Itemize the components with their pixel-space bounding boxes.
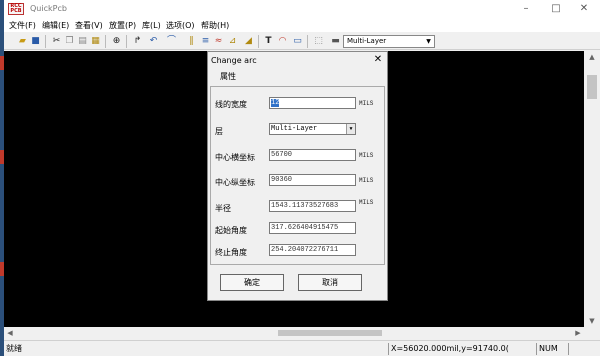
dialog-close-icon[interactable]: ✕ bbox=[372, 54, 384, 66]
end-angle-label: 终止角度 bbox=[215, 248, 247, 257]
select-region-icon[interactable]: ⬚ bbox=[312, 35, 325, 48]
app-title: QuickPcb bbox=[30, 4, 67, 13]
menu-view[interactable]: 查看(V) bbox=[75, 20, 103, 31]
minimize-button[interactable]: – bbox=[512, 0, 540, 18]
pin-icon[interactable]: ↱ bbox=[131, 35, 144, 48]
menu-bar: 文件(F) 编辑(E) 查看(V) 放置(P) 库(L) 选项(O) 帮助(H) bbox=[4, 18, 600, 32]
center-x-label: 中心横坐标 bbox=[215, 153, 255, 162]
open-folder-icon[interactable]: ▰ bbox=[16, 35, 29, 48]
radius-field[interactable]: 1543.11373527683 bbox=[269, 200, 356, 212]
horizontal-scroll-thumb[interactable] bbox=[278, 330, 382, 336]
width-field[interactable]: 12 bbox=[269, 97, 356, 109]
toolbar-separator bbox=[258, 35, 259, 48]
status-num-lock: NUM bbox=[536, 343, 566, 355]
layer-select[interactable]: Multi-Layer ▼ bbox=[343, 35, 435, 48]
toolbar-separator bbox=[105, 35, 106, 48]
title-bar: RCC PCB QuickPcb – □ ✕ bbox=[4, 0, 600, 18]
width-value: 12 bbox=[271, 99, 280, 107]
close-button[interactable]: ✕ bbox=[570, 0, 598, 18]
menu-help[interactable]: 帮助(H) bbox=[201, 20, 229, 31]
center-y-field[interactable]: 90360 bbox=[269, 174, 356, 186]
width-label: 线的宽度 bbox=[215, 100, 247, 109]
status-coordinates: X=56020.000mil,y=91740.0( bbox=[388, 343, 534, 355]
layer-select-value: Multi-Layer bbox=[347, 37, 387, 45]
ok-button[interactable]: 确定 bbox=[220, 274, 284, 291]
center-y-unit: MILS bbox=[359, 177, 374, 184]
horizontal-scrollbar[interactable]: ◀ ▶ bbox=[4, 327, 584, 339]
toolbar-separator bbox=[45, 35, 46, 48]
menu-file[interactable]: 文件(F) bbox=[9, 20, 36, 31]
change-arc-dialog: Change arc ✕ 属性 线的宽度 12 MILS 层 Multi-Lay… bbox=[207, 51, 388, 301]
fill-icon[interactable]: ◢ bbox=[242, 35, 255, 48]
scroll-right-icon[interactable]: ▶ bbox=[572, 327, 584, 339]
layer-dropdown[interactable]: Multi-Layer ▼ bbox=[269, 123, 356, 135]
menu-library[interactable]: 库(L) bbox=[142, 20, 161, 31]
app-logo-icon: RCC PCB bbox=[8, 3, 24, 15]
cancel-button[interactable]: 取消 bbox=[298, 274, 362, 291]
paste-icon[interactable]: ▤ bbox=[76, 35, 89, 48]
text-icon[interactable]: T bbox=[262, 35, 275, 48]
circle-icon[interactable]: ◠ bbox=[276, 35, 289, 48]
cut-icon[interactable]: ✂ bbox=[50, 35, 63, 48]
toolbar-separator bbox=[126, 35, 127, 48]
status-bar: 就绪 X=56020.000mil,y=91740.0( NUM bbox=[4, 340, 600, 356]
tab-properties[interactable]: 属性 bbox=[220, 71, 236, 82]
arc-icon[interactable]: ⌒ bbox=[165, 35, 178, 48]
end-angle-field[interactable]: 254.204072276711 bbox=[269, 244, 356, 256]
wire-icon[interactable]: ≈ bbox=[212, 35, 225, 48]
menu-edit[interactable]: 编辑(E) bbox=[42, 20, 69, 31]
status-empty-panel bbox=[568, 343, 600, 355]
via-icon[interactable]: ⊿ bbox=[226, 35, 239, 48]
scroll-left-icon[interactable]: ◀ bbox=[4, 327, 16, 339]
scroll-up-icon[interactable]: ▲ bbox=[584, 51, 600, 63]
center-x-unit: MILS bbox=[359, 152, 374, 159]
crosshair-icon[interactable]: ⊕ bbox=[110, 35, 123, 48]
layer-label: 层 bbox=[215, 127, 223, 136]
maximize-button[interactable]: □ bbox=[542, 0, 570, 18]
track-icon[interactable]: ≡ bbox=[199, 35, 212, 48]
rectangle-icon[interactable]: ▭ bbox=[291, 35, 304, 48]
status-ready: 就绪 bbox=[6, 344, 22, 353]
start-angle-field[interactable]: 317.626404915475 bbox=[269, 222, 356, 234]
chevron-down-icon: ▼ bbox=[346, 124, 355, 134]
toolbar-separator bbox=[307, 35, 308, 48]
copy-icon[interactable]: ❐ bbox=[63, 35, 76, 48]
properties-panel: 线的宽度 12 MILS 层 Multi-Layer ▼ 中心横坐标 56700… bbox=[210, 86, 385, 265]
pad-icon[interactable]: ‖ bbox=[185, 35, 198, 48]
toolbar: ▰ ■ ✂ ❐ ▤ ▦ ⊕ ↱ ↶ ⌒ ‖ ≡ ≈ ⊿ ◢ T ◠ ▭ ⬚ ▬ … bbox=[4, 33, 600, 50]
dialog-title: Change arc bbox=[211, 56, 257, 65]
chevron-down-icon: ▼ bbox=[426, 38, 431, 45]
layer-dropdown-value: Multi-Layer bbox=[271, 125, 318, 133]
start-angle-label: 起始角度 bbox=[215, 226, 247, 235]
center-x-field[interactable]: 56700 bbox=[269, 149, 356, 161]
menu-options[interactable]: 选项(O) bbox=[166, 20, 195, 31]
vertical-scrollbar[interactable]: ▲ ▼ bbox=[584, 51, 600, 327]
vertical-scroll-thumb[interactable] bbox=[587, 75, 597, 99]
save-icon[interactable]: ■ bbox=[29, 35, 42, 48]
scroll-down-icon[interactable]: ▼ bbox=[584, 315, 600, 327]
arc-center-icon[interactable]: ↶ bbox=[147, 35, 160, 48]
menu-place[interactable]: 放置(P) bbox=[109, 20, 136, 31]
bus-icon[interactable]: ▦ bbox=[89, 35, 102, 48]
radius-unit: MILS bbox=[359, 199, 374, 206]
radius-label: 半径 bbox=[215, 204, 231, 213]
width-unit: MILS bbox=[359, 100, 374, 107]
center-y-label: 中心纵坐标 bbox=[215, 178, 255, 187]
screen-icon[interactable]: ▬ bbox=[329, 35, 342, 48]
